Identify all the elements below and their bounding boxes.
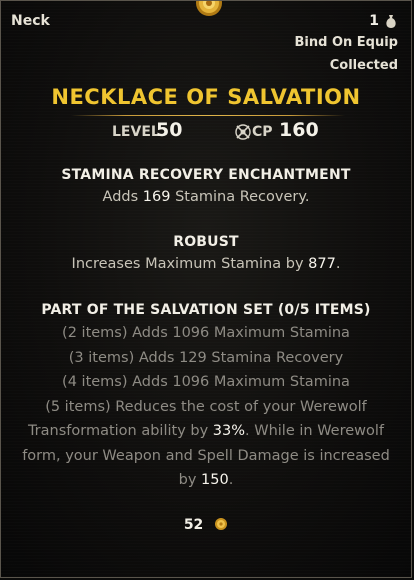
trait-section: ROBUST Increases Maximum Stamina by 877. (1, 234, 411, 276)
collection-status: Collected (329, 58, 398, 73)
bind-type: Bind On Equip (294, 35, 399, 50)
title-divider (71, 115, 345, 116)
gold-coin-icon (215, 518, 228, 530)
set-bonus-5-percent: 33% (212, 423, 246, 439)
stack-count: 1 (369, 13, 379, 29)
item-name: NECKLACE OF SALVATION (51, 85, 361, 109)
set-bonus-5-line-3: form, your Weapon and Spell Damage is in… (22, 447, 390, 464)
set-bonus-3: (3 items) Adds 129 Stamina Recovery (68, 349, 344, 366)
set-bonus-2: (2 items) Adds 1096 Maximum Stamina (62, 325, 350, 341)
level-label: LEVEL (112, 124, 160, 140)
enchantment-section: STAMINA RECOVERY ENCHANTMENT Adds 169 St… (1, 167, 411, 209)
gold-value: 52 (183, 517, 204, 533)
set-bonus-5-line-1: (5 items) Reduces the cost of your Werew… (45, 398, 367, 415)
item-tooltip: Neck 1 Bind On Equip Collected NECKLACE … (0, 0, 412, 578)
enchantment-value: 169 (142, 189, 171, 205)
cp-label: CP (252, 124, 273, 140)
set-bonus-5-line-4: by 150. (178, 472, 234, 488)
set-heading: PART OF THE SALVATION SET (0/5 ITEMS) (41, 302, 371, 318)
enchantment-heading: STAMINA RECOVERY ENCHANTMENT (61, 167, 351, 183)
equip-slot: Neck (11, 13, 50, 29)
champion-point-icon (235, 124, 251, 140)
enchantment-text: Adds 169 Stamina Recovery. (102, 189, 310, 205)
trait-value: 877 (308, 256, 336, 272)
set-bonus-4: (4 items) Adds 1096 Maximum Stamina (62, 374, 350, 390)
set-bonus-5-damage: 150 (201, 472, 229, 488)
set-section: PART OF THE SALVATION SET (0/5 ITEMS) (2… (1, 302, 411, 493)
trait-text: Increases Maximum Stamina by 877. (71, 256, 341, 272)
level-row: LEVEL 50 CP 160 (1, 119, 411, 145)
set-bonus-5-line-2: Transformation ability by 33%. While in … (27, 423, 385, 439)
necklace-icon (196, 1, 222, 16)
item-value: 52 (1, 517, 411, 533)
bag-icon (386, 15, 396, 28)
level-value: 50 (156, 119, 183, 141)
trait-heading: ROBUST (173, 234, 239, 250)
cp-value: 160 (279, 119, 319, 141)
